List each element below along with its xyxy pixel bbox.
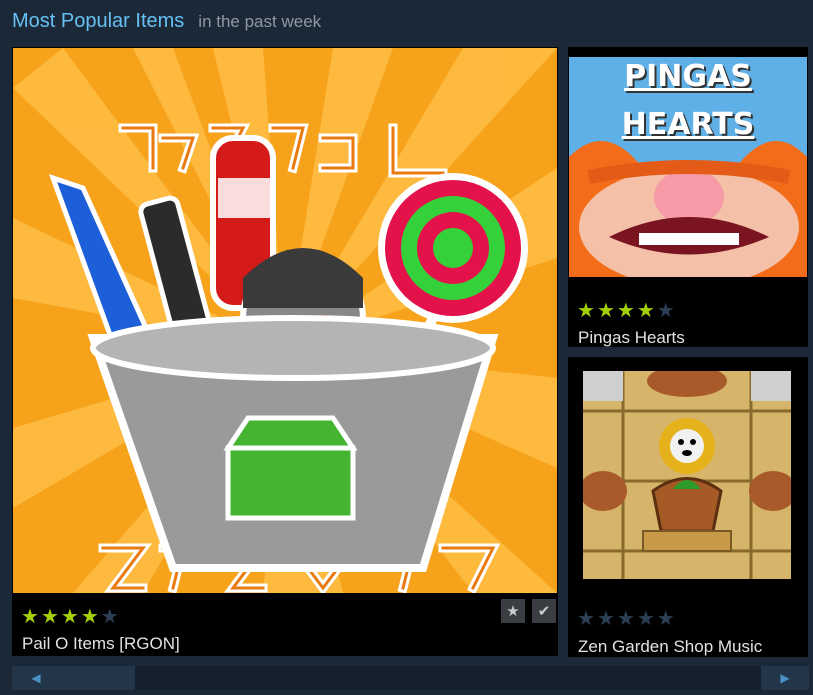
favorite-button[interactable]: ★ — [501, 599, 525, 623]
item-card[interactable]: ★ ★ ★ ★ ★ Zen Garden Shop Music — [568, 357, 808, 657]
section-title: Most Popular Items — [12, 10, 185, 32]
star-icon: ★ — [21, 606, 39, 628]
image-caption-line2: HEARTS — [621, 107, 755, 142]
star-icon: ★ — [616, 608, 635, 630]
image-caption-line1: PINGAS — [624, 59, 752, 94]
scrollbar-thumb[interactable] — [60, 666, 135, 690]
star-icon: ★ — [636, 300, 655, 322]
item-name[interactable]: Zen Garden Shop Music — [578, 637, 762, 657]
carousel-scrollbar[interactable]: ◀ ▶ — [12, 666, 809, 690]
item-card[interactable]: PINGAS HEARTS ★ ★ ★ ★ ★ Pingas Hearts — [568, 47, 808, 347]
item-image[interactable]: PINGAS HEARTS — [569, 57, 807, 277]
rating-stars: ★ ★ ★ ★ ★ — [577, 301, 675, 321]
star-icon: ★ — [656, 608, 675, 630]
scroll-left-button[interactable]: ◀ — [12, 666, 60, 690]
arrow-left-icon: ◀ — [31, 671, 41, 685]
star-icon: ★ — [40, 606, 59, 628]
star-icon: ★ — [596, 608, 615, 630]
featured-item-image[interactable] — [13, 48, 557, 593]
arrow-right-icon: ▶ — [780, 671, 790, 685]
star-icon: ★ — [100, 606, 119, 628]
star-icon: ★ — [577, 608, 595, 630]
star-icon: ★ — [656, 300, 675, 322]
star-icon: ★ — [616, 300, 635, 322]
star-icon: ★ — [577, 300, 595, 322]
star-icon: ★ — [506, 603, 520, 620]
rating-stars: ★ ★ ★ ★ ★ — [577, 609, 675, 629]
subscribe-button[interactable]: ✔ — [532, 599, 556, 623]
rating-stars: ★ ★ ★ ★ ★ — [21, 607, 119, 627]
checkmark-icon: ✔ — [537, 603, 551, 620]
item-name[interactable]: Pingas Hearts — [578, 328, 685, 348]
section-subtitle: in the past week — [198, 12, 322, 31]
star-icon: ★ — [596, 300, 615, 322]
star-icon: ★ — [60, 606, 79, 628]
scroll-right-button[interactable]: ▶ — [761, 666, 809, 690]
star-icon: ★ — [80, 606, 99, 628]
item-image[interactable] — [583, 371, 791, 579]
item-name[interactable]: Pail O Items [RGON] — [22, 634, 180, 654]
star-icon: ★ — [636, 608, 655, 630]
section-header: Most Popular Items in the past week — [12, 10, 321, 38]
featured-item-card[interactable]: ★ ✔ ★ ★ ★ ★ ★ Pail O Items [RGON] — [12, 47, 558, 656]
